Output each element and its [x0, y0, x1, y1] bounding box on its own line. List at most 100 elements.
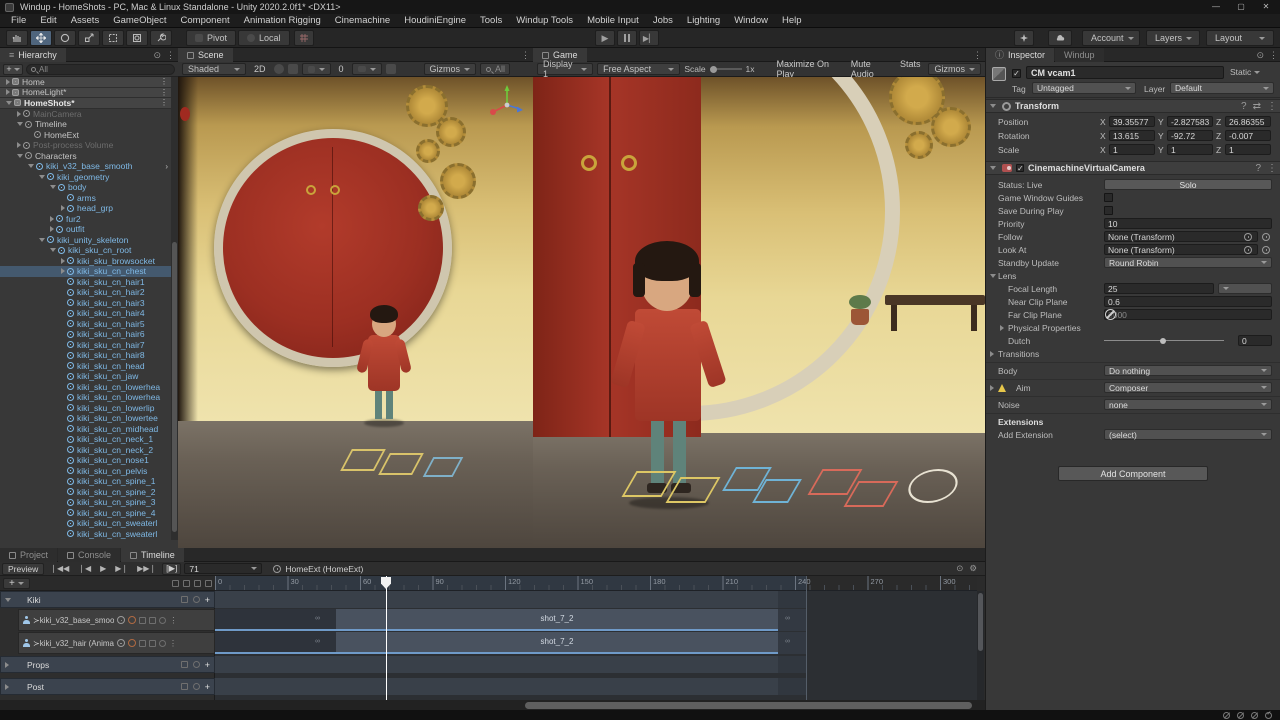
audio-toggle-icon[interactable]	[288, 64, 298, 74]
add-extension-dropdown[interactable]: (select)	[1104, 429, 1272, 440]
frame-number-field[interactable]: 71	[184, 563, 262, 574]
hierarchy-item-kiki-sku-browsocket[interactable]: kiki_sku_browsocket	[0, 256, 171, 267]
step-button[interactable]: ▶▏	[639, 30, 659, 46]
hierarchy-item-kiki-sku-cn-hair6[interactable]: kiki_sku_cn_hair6	[0, 329, 171, 340]
rotation-y-field[interactable]: -92.72	[1167, 130, 1213, 141]
hierarchy-item-homeshots-[interactable]: HomeShots*⋮	[0, 98, 171, 109]
play-button[interactable]: ▶	[595, 30, 615, 46]
foldout-icon[interactable]	[990, 351, 994, 357]
add-component-button[interactable]: Add Component	[1058, 466, 1208, 481]
hierarchy-item-kiki-sku-cn-hair1[interactable]: kiki_sku_cn_hair1	[0, 277, 171, 288]
component-menu-icon[interactable]: ⋮	[1267, 163, 1277, 174]
foldout-icon[interactable]	[6, 101, 12, 105]
body-dropdown[interactable]: Do nothing	[1104, 365, 1272, 376]
dutch-field[interactable]: 0	[1238, 335, 1272, 346]
look-at-object-field[interactable]: None (Transform)	[1104, 244, 1258, 255]
cloud-status-icon[interactable]	[1251, 712, 1258, 719]
hierarchy-item-kiki-sku-cn-hair7[interactable]: kiki_sku_cn_hair7	[0, 340, 171, 351]
hierarchy-item-kiki-unity-skeleton[interactable]: kiki_unity_skeleton	[0, 235, 171, 246]
draw-mode-dropdown[interactable]: Shaded	[182, 63, 246, 75]
eye-icon[interactable]	[193, 596, 200, 603]
save-during-play-checkbox[interactable]	[1104, 206, 1113, 215]
lock-icon[interactable]: ⊙	[153, 49, 161, 61]
transform-tool-icon[interactable]	[126, 30, 148, 46]
add-in-group-button[interactable]: +	[205, 595, 210, 605]
focal-length-preset-dropdown[interactable]	[1218, 283, 1272, 294]
grid-snapping-icon[interactable]	[294, 30, 314, 46]
rect-tool-icon[interactable]	[102, 30, 124, 46]
hierarchy-item-kiki-sku-cn-hair4[interactable]: kiki_sku_cn_hair4	[0, 308, 171, 319]
follow-object-field[interactable]: None (Transform)	[1104, 231, 1258, 242]
account-dropdown[interactable]: Account	[1082, 30, 1140, 46]
foldout-icon[interactable]	[6, 79, 10, 85]
foldout-icon[interactable]	[17, 142, 21, 148]
cache-server-status-icon[interactable]	[1223, 712, 1230, 719]
component-enabled-checkbox[interactable]: ✓	[1016, 164, 1024, 172]
foldout-icon[interactable]	[61, 268, 65, 274]
layers-dropdown[interactable]: Layers	[1146, 30, 1200, 46]
presets-icon[interactable]: ⇄	[1253, 101, 1261, 112]
close-button[interactable]: ✕	[1254, 0, 1278, 14]
game-window-guides-checkbox[interactable]	[1104, 193, 1113, 202]
foldout-icon[interactable]	[50, 185, 56, 189]
gameobject-name-field[interactable]: CM vcam1	[1026, 66, 1224, 79]
goto-start-button[interactable]: ❘◀◀	[47, 564, 72, 573]
position-y-field[interactable]: -2.827583	[1167, 116, 1213, 127]
noise-dropdown[interactable]: none	[1104, 399, 1272, 410]
object-picker-button[interactable]	[1262, 246, 1270, 254]
add-in-group-button[interactable]: +	[205, 682, 210, 692]
track-lane[interactable]: shot_7_2∞∞	[215, 632, 806, 654]
hierarchy-item-kiki-sku-cn-lowerlip[interactable]: kiki_sku_cn_lowerlip	[0, 403, 171, 414]
record-toggle[interactable]	[128, 639, 136, 647]
preview-toggle[interactable]: Preview	[2, 563, 44, 575]
hierarchy-item-kiki-v32-base-smooth[interactable]: kiki_v32_base_smooth›	[0, 161, 171, 172]
hierarchy-item-kiki-sku-cn-midhead[interactable]: kiki_sku_cn_midhead	[0, 424, 171, 435]
menu-assets[interactable]: Assets	[64, 14, 107, 28]
hidden-count[interactable]: 0	[335, 64, 348, 74]
lock-icon[interactable]: ⊙	[1256, 49, 1264, 61]
menu-component[interactable]: Component	[174, 14, 237, 28]
hierarchy-item-homeext[interactable]: HomeExt	[0, 130, 171, 141]
foldout-icon[interactable]	[61, 258, 65, 264]
track-group-post[interactable]: Post+	[0, 678, 215, 695]
vcam-component-header[interactable]: ✓ CinemachineVirtualCamera ?⋮	[986, 161, 1280, 175]
hierarchy-item-arms[interactable]: arms	[0, 193, 171, 204]
hierarchy-item-kiki-sku-cn-hair8[interactable]: kiki_sku_cn_hair8	[0, 350, 171, 361]
lighting-toggle-icon[interactable]	[274, 64, 284, 74]
hierarchy-item-characters[interactable]: Characters	[0, 151, 171, 162]
timeline-ruler[interactable]: 0306090120150180210240270300	[215, 576, 977, 591]
layout-dropdown[interactable]: Layout	[1206, 30, 1274, 46]
aim-dropdown[interactable]: Composer	[1104, 382, 1272, 393]
timeline-vertical-scrollbar[interactable]	[977, 591, 984, 700]
menu-houdiniengine[interactable]: HoudiniEngine	[397, 14, 473, 28]
far-clip-plane-field[interactable]: 5000	[1104, 309, 1272, 320]
hierarchy-item-home[interactable]: Home⋮	[0, 77, 171, 88]
transform-component-header[interactable]: Transform ?⇄⋮	[986, 99, 1280, 113]
timeline-clip-area[interactable]: 0306090120150180210240270300 shot_7_2∞∞s…	[215, 576, 977, 700]
near-clip-plane-field[interactable]: 0.6	[1104, 296, 1272, 307]
next-frame-button[interactable]: ▶❘	[112, 564, 131, 573]
edit-mode-replace-icon[interactable]	[205, 580, 212, 587]
tab-inspector[interactable]: ⓘInspector	[986, 48, 1054, 62]
hierarchy-item-kiki-sku-cn-root[interactable]: kiki_sku_cn_root	[0, 245, 171, 256]
mute-icon[interactable]	[181, 596, 188, 603]
record-toggle[interactable]	[128, 616, 136, 624]
timeline-asset-button[interactable]: HomeExt (HomeExt)	[273, 564, 363, 574]
prefab-open-arrow-icon[interactable]: ›	[165, 162, 168, 171]
pin-icon[interactable]	[139, 640, 146, 647]
edit-mode-ripple-icon[interactable]	[194, 580, 201, 587]
add-track-button[interactable]: +	[3, 578, 30, 589]
hierarchy-scrollbar[interactable]	[171, 77, 178, 540]
active-checkbox[interactable]: ✓	[1012, 69, 1021, 78]
hierarchy-item-kiki-sku-cn-neck-2[interactable]: kiki_sku_cn_neck_2	[0, 445, 171, 456]
rotation-z-field[interactable]: -0.007	[1225, 130, 1271, 141]
track-menu-icon[interactable]: ⋮	[169, 639, 177, 648]
group-foldout-icon[interactable]	[5, 662, 9, 668]
static-dropdown[interactable]: Static	[1230, 67, 1260, 77]
tab-windup[interactable]: Windup	[1055, 48, 1104, 62]
foldout-icon[interactable]	[6, 89, 10, 95]
group-foldout-icon[interactable]	[5, 598, 11, 602]
hierarchy-item-kiki-sku-cn-jaw[interactable]: kiki_sku_cn_jaw	[0, 371, 171, 382]
hierarchy-item-kiki-sku-cn-lowerhea[interactable]: kiki_sku_cn_lowerhea	[0, 392, 171, 403]
mute-icon[interactable]	[181, 661, 188, 668]
